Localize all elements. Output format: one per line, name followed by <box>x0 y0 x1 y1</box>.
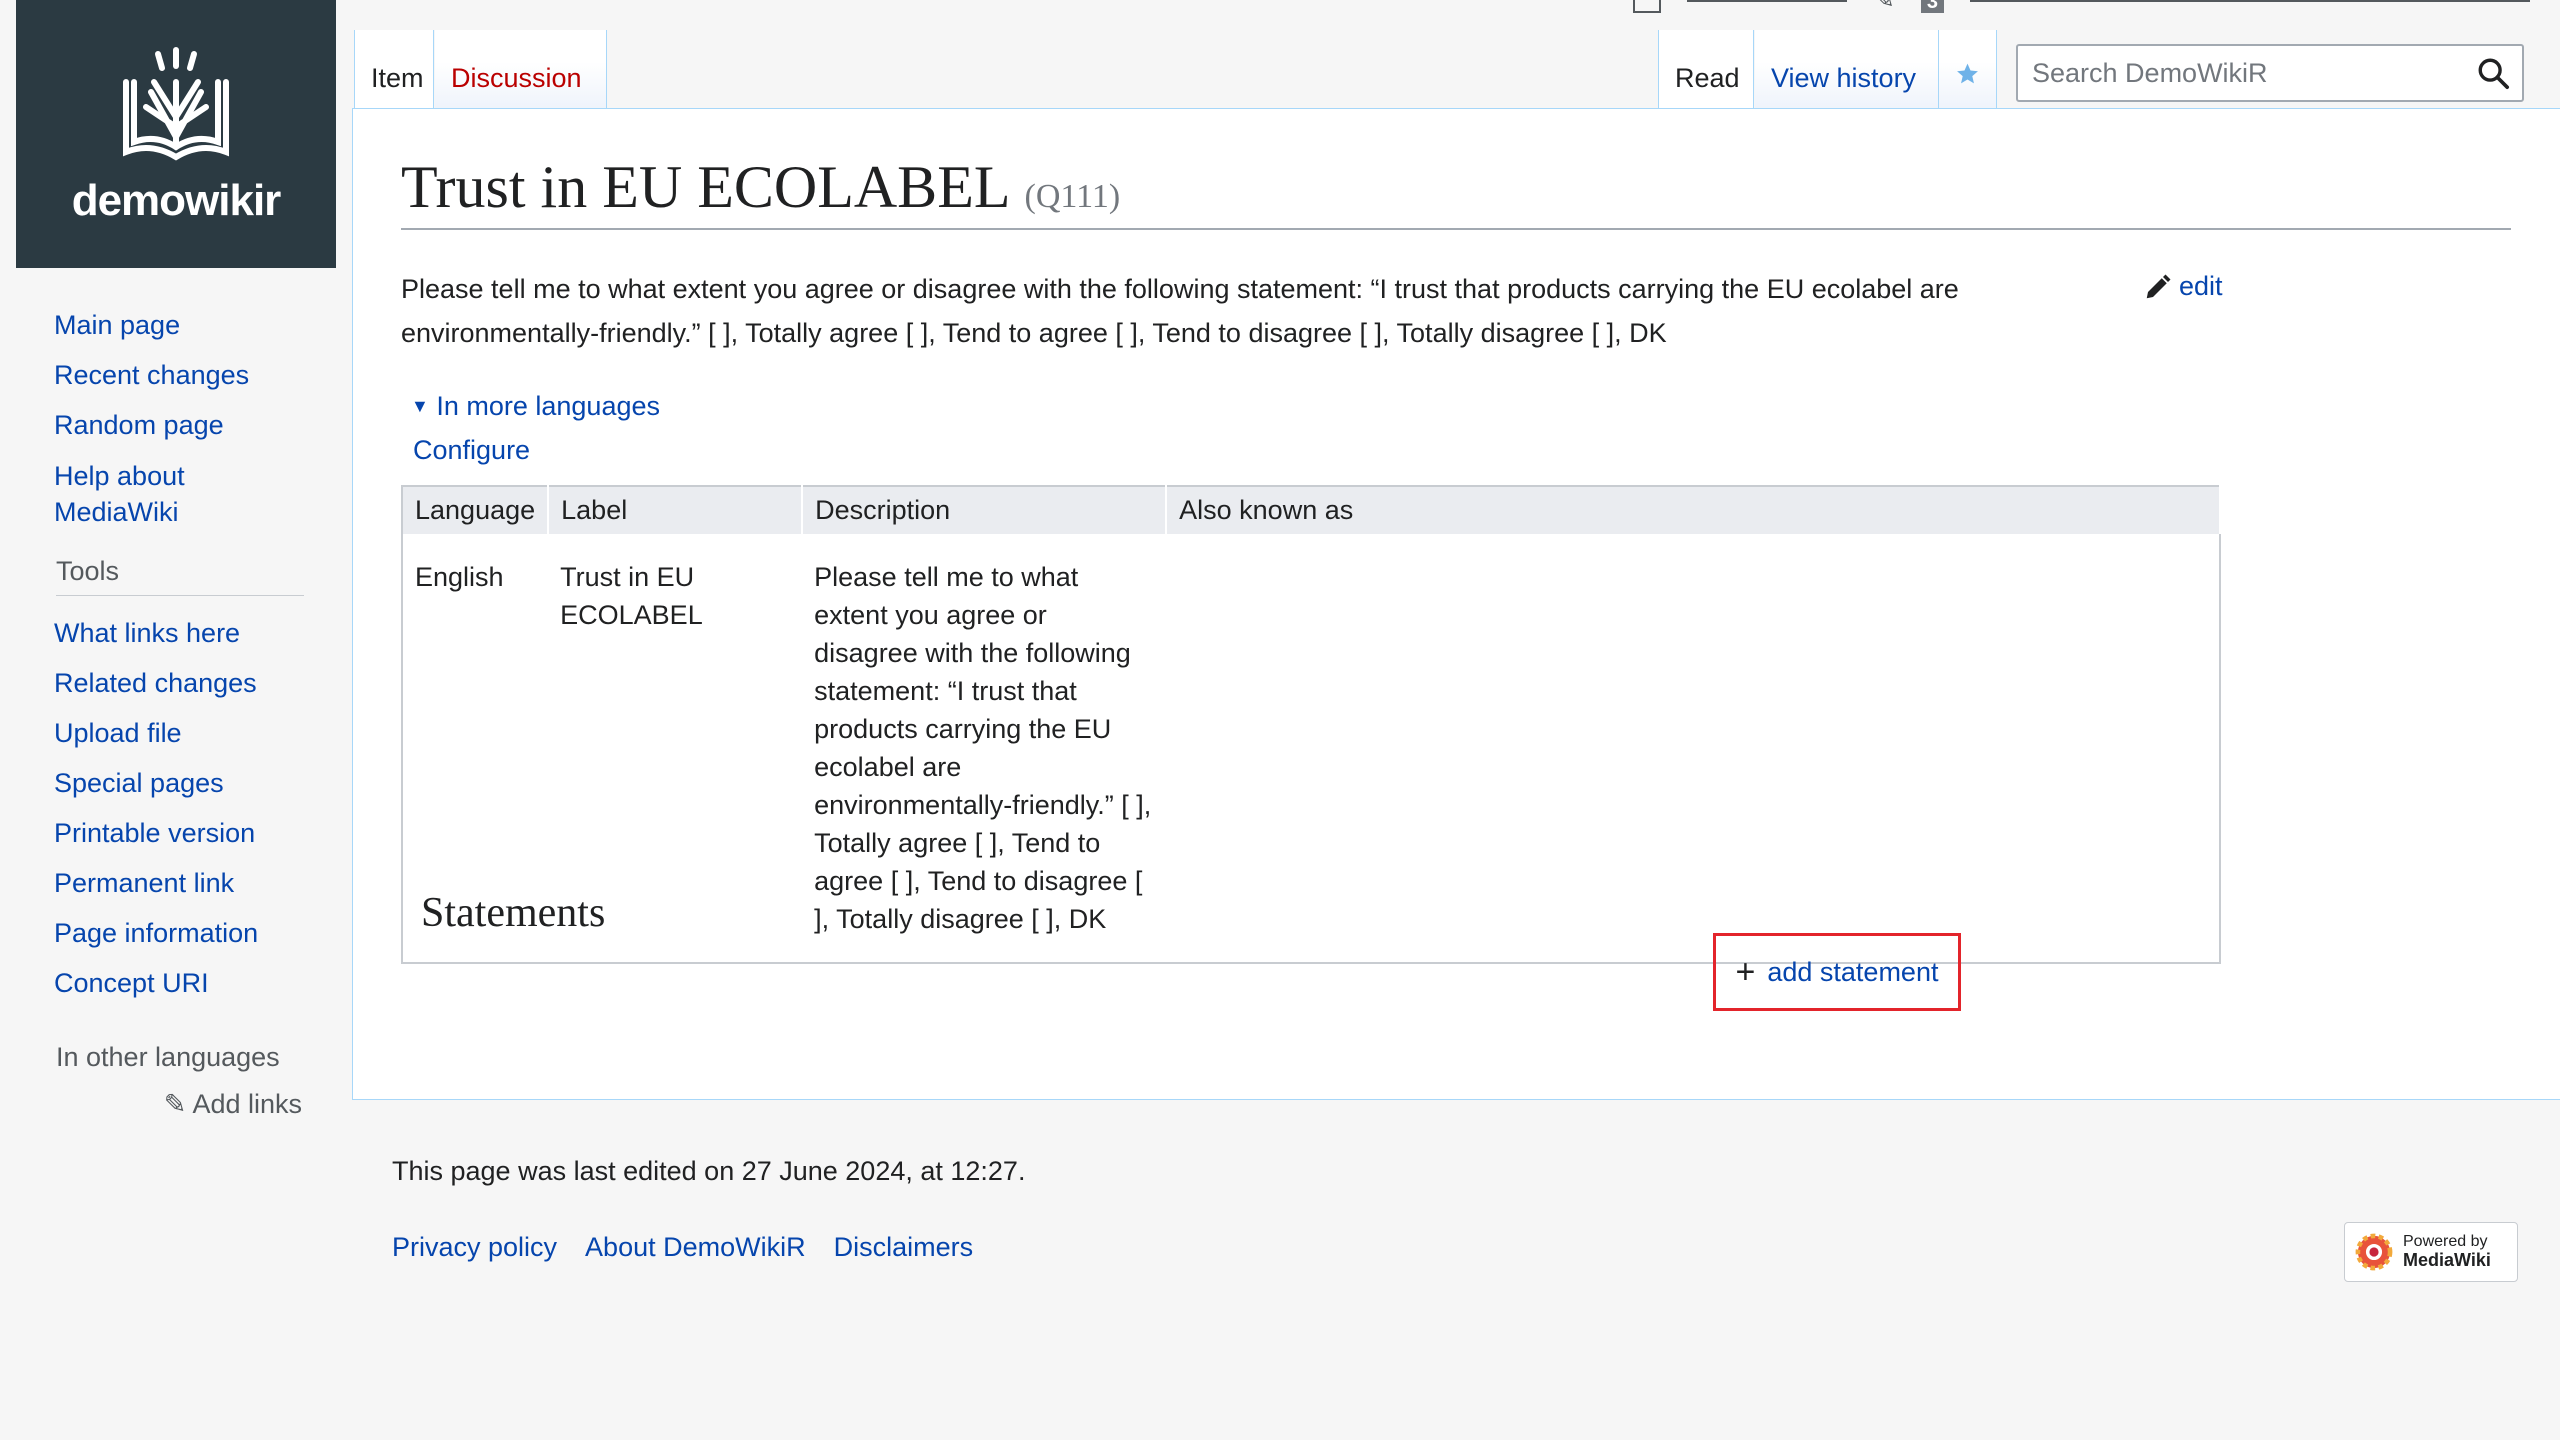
notifications-badge[interactable]: 3 <box>1920 0 1944 15</box>
powered-by-text: Powered by MediaWiki <box>2403 1233 2491 1271</box>
username-link[interactable] <box>1687 0 1848 2</box>
sidebar-item-related-changes[interactable]: Related changes <box>54 658 330 708</box>
powered-by-line2: MediaWiki <box>2403 1250 2491 1270</box>
page-title: Trust in EU ECOLABEL (Q111) <box>401 153 2511 230</box>
page-title-label: Trust in EU ECOLABEL <box>401 154 1011 220</box>
content-area: Trust in EU ECOLABEL (Q111) Please tell m… <box>352 108 2560 1100</box>
footer-privacy-policy-link[interactable]: Privacy policy <box>392 1232 557 1263</box>
sidebar: Main page Recent changes Random page Hel… <box>0 300 330 1120</box>
edit-label: edit <box>2179 271 2223 301</box>
item-description: Please tell me to what extent you agree … <box>401 274 1959 348</box>
sidebar-item-page-information[interactable]: Page information <box>54 908 330 958</box>
site-logo[interactable]: demowikir <box>16 0 336 268</box>
footer-last-edited: This page was last edited on 27 June 202… <box>392 1156 1026 1186</box>
sidebar-item-what-links-here[interactable]: What links here <box>54 608 330 658</box>
pencil-icon: ✎ <box>163 1089 187 1119</box>
star-icon <box>1957 63 1978 84</box>
sidebar-item-upload-file[interactable]: Upload file <box>54 708 330 758</box>
sidebar-item-printable-version[interactable]: Printable version <box>54 808 330 858</box>
cell-aliases[interactable] <box>1166 534 2220 963</box>
sidebar-item-help[interactable]: Help about MediaWiki <box>54 450 234 536</box>
add-statement-button[interactable]: + add statement <box>1713 933 1961 1011</box>
add-links-link[interactable]: ✎ Add links <box>54 1089 302 1120</box>
search-input[interactable] <box>2030 56 2476 90</box>
cell-description[interactable]: Please tell me to what extent you agree … <box>802 534 1166 963</box>
sidebar-item-concept-uri[interactable]: Concept URI <box>54 958 330 1008</box>
watch-star-button[interactable] <box>1939 30 1997 110</box>
notification-bell-icon[interactable]: ✎ <box>1873 0 1895 15</box>
edit-description-link[interactable]: edit <box>2143 271 2223 302</box>
sidebar-item-special-pages[interactable]: Special pages <box>54 758 330 808</box>
in-more-languages-label: In more languages <box>436 391 660 421</box>
column-header-aliases: Also known as <box>1166 486 2221 534</box>
configure-link[interactable]: Configure <box>413 435 530 466</box>
logo-wordmark: demowikir <box>71 176 282 225</box>
plus-icon: + <box>1735 952 1756 991</box>
footer-about-link[interactable]: About DemoWikiR <box>585 1232 806 1263</box>
table-row: English Trust in EU ECOLABEL Please tell… <box>402 534 2220 963</box>
column-header-label: Label <box>548 486 804 534</box>
statements-heading: Statements <box>421 890 606 936</box>
triangle-down-icon: ▼ <box>411 396 429 416</box>
column-header-language: Language <box>402 486 550 534</box>
pencil-icon <box>2146 274 2171 298</box>
navigation-portal: Main page Recent changes Random page Hel… <box>54 300 330 536</box>
in-more-languages-toggle[interactable]: ▼ In more languages <box>411 391 660 422</box>
tools-heading[interactable]: Tools <box>56 556 304 596</box>
book-logo-icon <box>123 47 229 161</box>
footer-disclaimers-link[interactable]: Disclaimers <box>834 1232 974 1263</box>
tab-item[interactable]: Item <box>354 30 434 110</box>
add-links-label: Add links <box>192 1089 302 1119</box>
tools-portal: What links here Related changes Upload f… <box>54 608 330 1008</box>
add-statement-label: add statement <box>1767 956 1939 987</box>
personal-tools: ✎ 3 <box>1633 0 2530 15</box>
item-id: (Q111) <box>1024 178 1121 215</box>
powered-by-line1: Powered by <box>2403 1233 2488 1250</box>
powered-by-mediawiki-badge[interactable]: Powered by MediaWiki <box>2344 1222 2518 1282</box>
language-table: Language Label Description Also known as… <box>401 485 2221 964</box>
sidebar-item-recent-changes[interactable]: Recent changes <box>54 350 330 400</box>
languages-heading[interactable]: In other languages <box>56 1042 304 1081</box>
user-icon[interactable] <box>1633 0 1662 13</box>
footer-links: Privacy policy About DemoWikiR Disclaime… <box>392 1232 973 1263</box>
sidebar-item-random-page[interactable]: Random page <box>54 400 330 450</box>
personal-links[interactable] <box>1970 0 2530 2</box>
column-header-description: Description <box>802 486 1168 534</box>
tab-read[interactable]: Read <box>1658 30 1754 110</box>
search-icon[interactable] <box>2476 56 2510 90</box>
tab-discussion[interactable]: Discussion <box>435 30 607 110</box>
sidebar-item-permanent-link[interactable]: Permanent link <box>54 858 330 908</box>
mediawiki-flower-icon <box>2355 1233 2393 1271</box>
sidebar-item-main-page[interactable]: Main page <box>54 300 330 350</box>
search-box <box>2016 44 2524 102</box>
tab-view-history[interactable]: View history <box>1755 30 1939 110</box>
